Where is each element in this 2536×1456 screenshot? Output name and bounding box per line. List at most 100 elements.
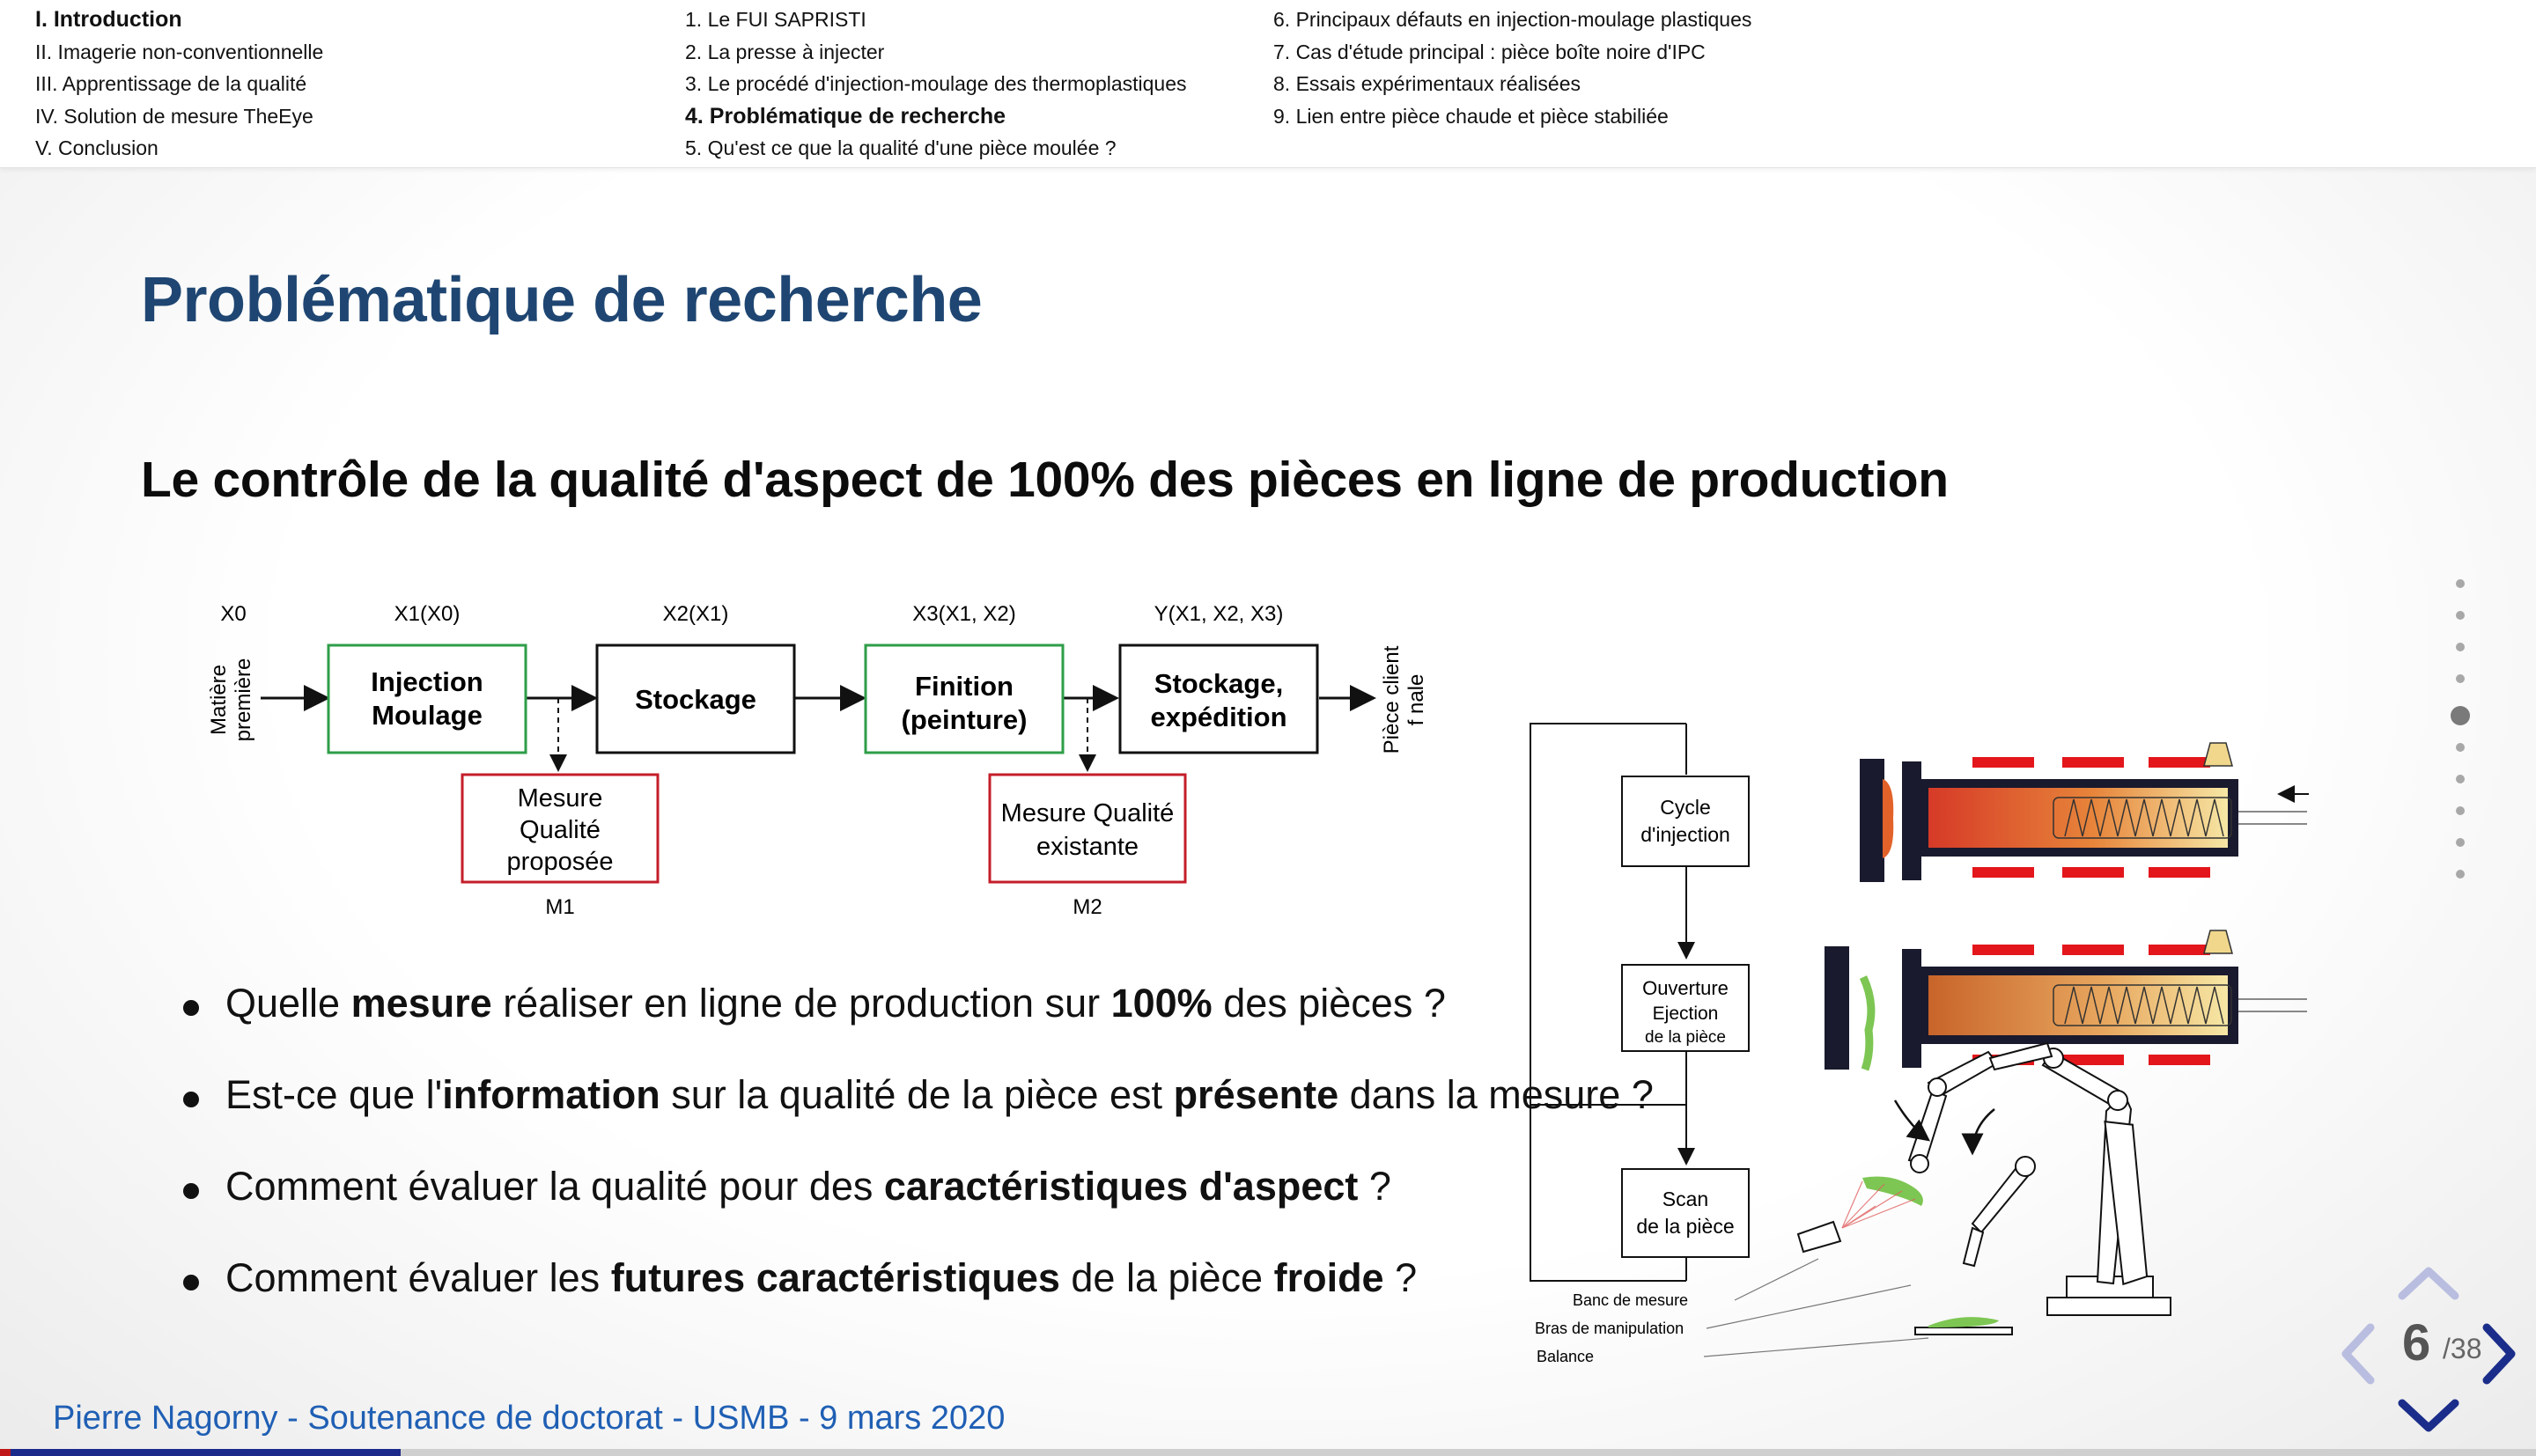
bullet-list: Quelle mesure réaliser en ligne de produ… bbox=[183, 958, 1654, 1324]
progress-dot[interactable] bbox=[2456, 611, 2465, 620]
progress-dot[interactable] bbox=[2456, 579, 2465, 588]
cycle-box-ejection: Ouverture Ejection de la pièce bbox=[1621, 964, 1750, 1052]
bullet-emphasis: froide bbox=[1273, 1255, 1384, 1300]
cycle-box-injection: Cycle d'injection bbox=[1621, 776, 1750, 867]
svg-text:de la pièce: de la pièce bbox=[1636, 1215, 1734, 1238]
figure-legend: Banc de mesure Bras de manipulation Bala… bbox=[1535, 1258, 1929, 1365]
svg-text:Stockage: Stockage bbox=[635, 684, 756, 715]
rotation-arrow-2 bbox=[1961, 1108, 1995, 1156]
bullet-emphasis: caractéristiques d'aspect bbox=[883, 1164, 1359, 1209]
step-injection-moulage: Injection Moulage bbox=[327, 643, 527, 754]
svg-text:Finition: Finition bbox=[915, 671, 1014, 702]
svg-text:Scan: Scan bbox=[1662, 1188, 1708, 1210]
slide-progress-dots[interactable] bbox=[2450, 579, 2471, 901]
var-label-x2: X2(X1) bbox=[663, 602, 729, 626]
nav-section-2[interactable]: II. Imagerie non-conventionnelle bbox=[35, 36, 323, 69]
bullet-emphasis: information bbox=[442, 1072, 660, 1117]
measure-tag-m2: M2 bbox=[1073, 895, 1102, 919]
svg-text:Moulage: Moulage bbox=[372, 700, 483, 731]
nav-right-arrow bbox=[2482, 1323, 2516, 1385]
nav-section-4[interactable]: IV. Solution de mesure TheEye bbox=[35, 100, 323, 133]
progress-dot-current[interactable] bbox=[2451, 706, 2470, 725]
balance-scale bbox=[1914, 1317, 2013, 1335]
bullet-item: Comment évaluer la qualité pour des cara… bbox=[183, 1141, 1654, 1232]
cycle-box-scan: Scan de la pièce bbox=[1621, 1168, 1750, 1258]
svg-text:Qualité: Qualité bbox=[520, 816, 601, 844]
svg-text:Banc de mesure: Banc de mesure bbox=[1573, 1291, 1688, 1309]
slide-subtitle: Le contrôle de la qualité d'aspect de 10… bbox=[141, 452, 1949, 508]
svg-text:Stockage,: Stockage, bbox=[1154, 668, 1283, 699]
svg-text:existante: existante bbox=[1036, 833, 1139, 861]
bullet-text: de la pièce bbox=[1059, 1255, 1274, 1300]
progress-dot[interactable] bbox=[2456, 870, 2465, 879]
press-injection-closed bbox=[1860, 742, 2309, 882]
step-stockage: Stockage bbox=[595, 643, 796, 754]
svg-text:Ejection: Ejection bbox=[1653, 1004, 1719, 1024]
top-navigation: I. Introduction II. Imagerie non-conventi… bbox=[0, 0, 2536, 168]
progress-dot[interactable] bbox=[2456, 643, 2465, 651]
svg-text:Mesure: Mesure bbox=[518, 784, 603, 813]
bullet-item: Comment évaluer les futures caractéristi… bbox=[183, 1232, 1654, 1324]
page-number-current: 6 bbox=[2402, 1314, 2431, 1371]
bullet-text: sur la qualité de la pièce est bbox=[660, 1072, 1174, 1117]
bullet-text: Quelle bbox=[225, 981, 351, 1026]
var-label-x3: X3(X1, X2) bbox=[912, 602, 1015, 626]
nav-subsection-1[interactable]: 6. Principaux défauts en injection-moula… bbox=[1273, 4, 1751, 36]
bullet-text: Est-ce que l' bbox=[225, 1072, 443, 1117]
progress-dot[interactable] bbox=[2456, 806, 2465, 815]
nav-subsection-5[interactable]: 5. Qu'est ce que la qualité d'une pièce … bbox=[685, 132, 1187, 165]
progress-dot[interactable] bbox=[2456, 674, 2465, 683]
bullet-text: Comment évaluer la qualité pour des bbox=[225, 1164, 884, 1209]
slide-title: Problématique de recherche bbox=[141, 265, 983, 335]
nav-subsection-3[interactable]: 3. Le procédé d'injection-moulage des th… bbox=[685, 68, 1187, 100]
slide-navigation: 6 /38 bbox=[2341, 1266, 2517, 1433]
bullet-item: Quelle mesure réaliser en ligne de produ… bbox=[183, 958, 1654, 1049]
progress-bar-fill bbox=[0, 1449, 402, 1456]
input-label-line1: Matière bbox=[207, 665, 231, 735]
nav-subsection-3[interactable]: 8. Essais expérimentaux réalisées bbox=[1273, 68, 1751, 100]
progress-dot[interactable] bbox=[2456, 743, 2465, 752]
manipulation-robot bbox=[1907, 1041, 2171, 1316]
bullet-item: Est-ce que l'information sur la qualité … bbox=[183, 1049, 1654, 1141]
nav-subsection-4[interactable]: 9. Lien entre pièce chaude et pièce stab… bbox=[1273, 100, 1751, 133]
injection-process-figure: Cycle d'injection Ouverture Ejection de … bbox=[1530, 723, 2309, 1365]
nav-subsection-2[interactable]: 7. Cas d'étude principal : pièce boîte n… bbox=[1273, 36, 1751, 69]
bullet-emphasis: 100% bbox=[1110, 981, 1213, 1026]
svg-text:de la pièce: de la pièce bbox=[1645, 1028, 1726, 1047]
process-flow-diagram: X0 X1(X0) X2(X1) X3(X1, X2) Y(X1, X2, X3… bbox=[207, 602, 1428, 919]
page-number-total: /38 bbox=[2443, 1333, 2482, 1364]
nav-up-arrow bbox=[2398, 1267, 2459, 1300]
bullet-emphasis: mesure bbox=[350, 981, 492, 1026]
svg-text:Mesure Qualité: Mesure Qualité bbox=[1001, 799, 1175, 827]
nav-subsection-1[interactable]: 1. Le FUI SAPRISTI bbox=[685, 4, 1187, 36]
svg-text:Injection: Injection bbox=[371, 666, 483, 697]
bullet-emphasis: futures caractéristiques bbox=[610, 1255, 1060, 1300]
bullet-text: ? bbox=[1383, 1255, 1418, 1300]
svg-text:d'injection: d'injection bbox=[1640, 823, 1730, 846]
progress-dot[interactable] bbox=[2456, 775, 2465, 783]
bullet-text: réaliser en ligne de production sur bbox=[491, 981, 1111, 1026]
bullet-text: Comment évaluer les bbox=[225, 1255, 611, 1300]
sections-list: I. Introduction II. Imagerie non-conventi… bbox=[35, 4, 323, 165]
nav-section-3[interactable]: III. Apprentissage de la qualité bbox=[35, 68, 323, 100]
measure-box-m1: Mesure Qualité proposée M1 bbox=[461, 773, 660, 919]
nav-subsection-2[interactable]: 2. La presse à injecter bbox=[685, 36, 1187, 69]
output-label-line2: f nale bbox=[1404, 674, 1428, 726]
var-label-x1: X1(X0) bbox=[394, 602, 461, 626]
var-label-x0: X0 bbox=[220, 602, 246, 626]
bullet-text: ? bbox=[1358, 1164, 1391, 1209]
output-label-line1: Pièce client bbox=[1380, 645, 1404, 754]
scanner bbox=[1796, 1220, 1842, 1254]
footer-text: Pierre Nagorny - Soutenance de doctorat … bbox=[53, 1400, 1006, 1437]
svg-text:expédition: expédition bbox=[1150, 702, 1286, 732]
svg-text:(peinture): (peinture) bbox=[902, 704, 1028, 735]
progress-dot[interactable] bbox=[2456, 838, 2465, 847]
svg-text:proposée: proposée bbox=[507, 848, 614, 876]
nav-down-arrow bbox=[2398, 1399, 2459, 1432]
nav-subsection-4[interactable]: 4. Problématique de recherche bbox=[685, 100, 1187, 133]
nav-section-5[interactable]: V. Conclusion bbox=[35, 132, 323, 165]
input-label-line2: première bbox=[232, 658, 255, 742]
progress-bar bbox=[0, 1449, 2536, 1456]
nav-section-1[interactable]: I. Introduction bbox=[35, 4, 323, 36]
svg-text:Bras de manipulation: Bras de manipulation bbox=[1535, 1320, 1684, 1337]
